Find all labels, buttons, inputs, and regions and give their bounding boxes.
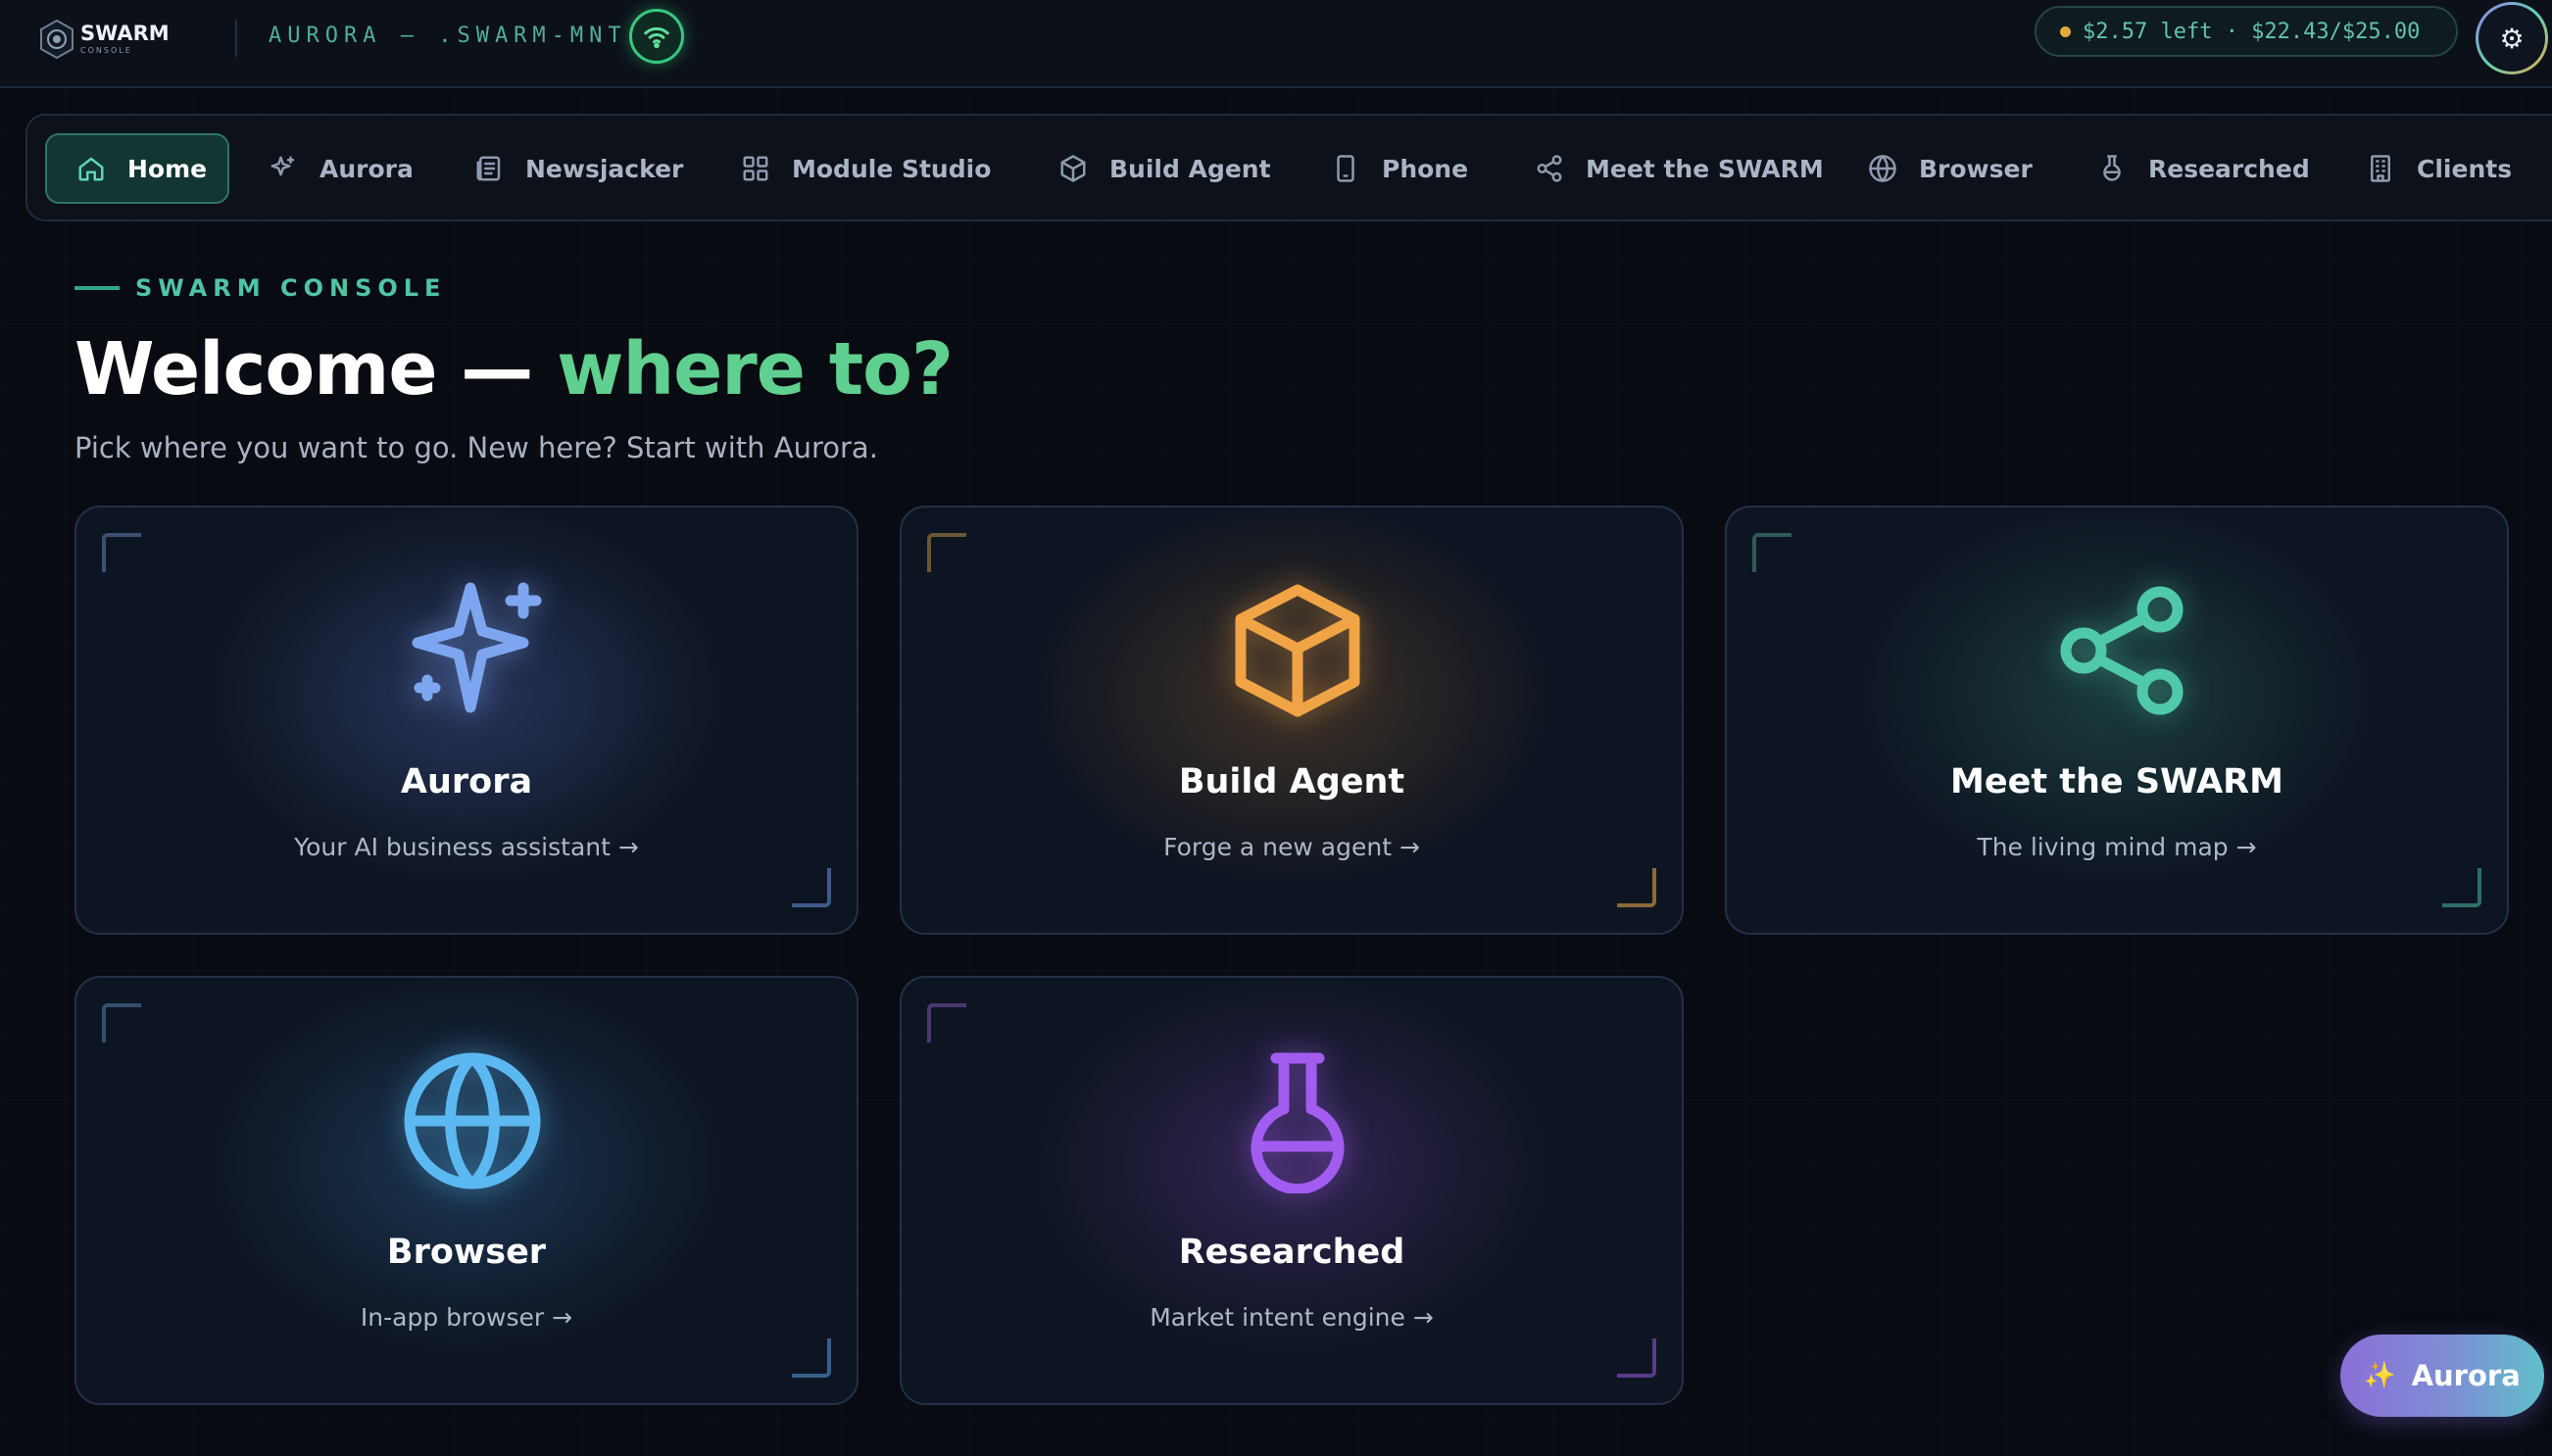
logo-subtext: CONSOLE (80, 46, 132, 55)
nav-item-label: Home (127, 154, 208, 183)
top-bar: SWARM CONSOLE AURORA — .SWARM-MNT $2.57 … (0, 0, 2552, 88)
card-title: Meet the SWARM (1950, 762, 2283, 801)
budget-status-dot (2060, 25, 2071, 37)
logo-text: SWARM (80, 22, 170, 45)
nav-item-label: Browser (1919, 154, 2033, 183)
nav-item-label: Phone (1382, 154, 1469, 183)
card-description: The living mind map → (1977, 833, 2257, 861)
cube-icon (1225, 578, 1370, 723)
nav-item-home[interactable]: Home (45, 133, 229, 204)
card-browser[interactable]: Browser In-app browser → (74, 976, 859, 1405)
title-main: Welcome — (74, 327, 558, 412)
eyebrow-line (74, 286, 120, 290)
eyebrow-text: SWARM CONSOLE (135, 274, 447, 302)
sparkle-icon (400, 578, 545, 723)
sparkle-icon (270, 156, 295, 176)
title-accent: where to? (557, 327, 954, 412)
phone-icon (1337, 155, 1354, 182)
card-title: Browser (386, 1233, 547, 1272)
flask-icon (1225, 1048, 1370, 1195)
aurora-chat-label: Aurora (2411, 1359, 2521, 1392)
nav-item-module-studio[interactable]: Module Studio (723, 133, 991, 204)
card-build-agent[interactable]: Build Agent Forge a new agent → (900, 506, 1684, 935)
flask-icon (2103, 155, 2121, 181)
home-icon (78, 157, 104, 181)
gear-icon: ⚙ (2499, 22, 2525, 55)
nav-item-newsjacker[interactable]: Newsjacker (457, 133, 683, 204)
nav-item-label: Build Agent (1109, 154, 1271, 183)
nav-item-label: Researched (2148, 154, 2310, 183)
page-subtitle: Pick where you want to go. New here? Sta… (74, 431, 878, 464)
card-description: In-app browser → (360, 1303, 573, 1332)
nav-item-label: Meet the SWARM (1586, 154, 1824, 183)
nav-item-browser[interactable]: Browser (1850, 133, 2033, 204)
card-aurora[interactable]: Aurora Your AI business assistant → (74, 506, 859, 935)
grid-icon (743, 156, 768, 181)
nav-item-label: Clients (2417, 154, 2513, 183)
budget-text: $2.57 left · $22.43/$25.00 (2083, 19, 2421, 44)
sparkles-icon: ✨ (2364, 1361, 2396, 1390)
swarm-logo-icon (40, 19, 74, 60)
card-description: Forge a new agent → (1163, 833, 1420, 861)
building-icon (2371, 155, 2390, 182)
globe-icon (400, 1048, 545, 1193)
cube-icon (1060, 155, 1086, 182)
divider (235, 20, 237, 57)
aurora-chat-button[interactable]: ✨ Aurora (2340, 1335, 2544, 1417)
card-meet-the-swarm[interactable]: Meet the SWARM The living mind map → (1725, 506, 2509, 935)
page-title: Welcome — where to? (74, 327, 954, 412)
budget-badge[interactable]: $2.57 left · $22.43/$25.00 (2035, 6, 2458, 57)
card-description: Your AI business assistant → (294, 833, 639, 861)
share-icon (1537, 155, 1562, 182)
globe-icon (1869, 155, 1896, 182)
settings-button[interactable]: ⚙ (2476, 2, 2548, 74)
wifi-icon (644, 26, 669, 49)
connection-status-button[interactable] (629, 9, 684, 64)
node-name: AURORA — .SWARM-MNT (269, 24, 627, 48)
card-title: Build Agent (1178, 762, 1405, 801)
card-researched[interactable]: Researched Market intent engine → (900, 976, 1684, 1405)
nav-item-label: Module Studio (792, 154, 992, 183)
nav-item-aurora[interactable]: Aurora (251, 133, 414, 204)
nav-item-researched[interactable]: Researched (2080, 133, 2310, 204)
nav-item-clients[interactable]: Clients (2348, 133, 2512, 204)
card-title: Researched (1178, 1233, 1405, 1272)
eyebrow: SWARM CONSOLE (74, 274, 446, 302)
card-title: Aurora (400, 762, 533, 801)
nav-item-label: Newsjacker (525, 154, 684, 183)
nav-item-label: Aurora (319, 154, 414, 183)
nav-item-build-agent[interactable]: Build Agent (1041, 133, 1271, 204)
card-description: Market intent engine → (1150, 1303, 1434, 1332)
nav-item-meet-the-swarm[interactable]: Meet the SWARM (1517, 133, 1824, 204)
main-nav: Home Aurora Newsjacker Module Studio Bui… (25, 114, 2552, 221)
nav-item-phone[interactable]: Phone (1313, 133, 1468, 204)
newspaper-icon (476, 156, 501, 181)
share-icon (2050, 578, 2195, 723)
